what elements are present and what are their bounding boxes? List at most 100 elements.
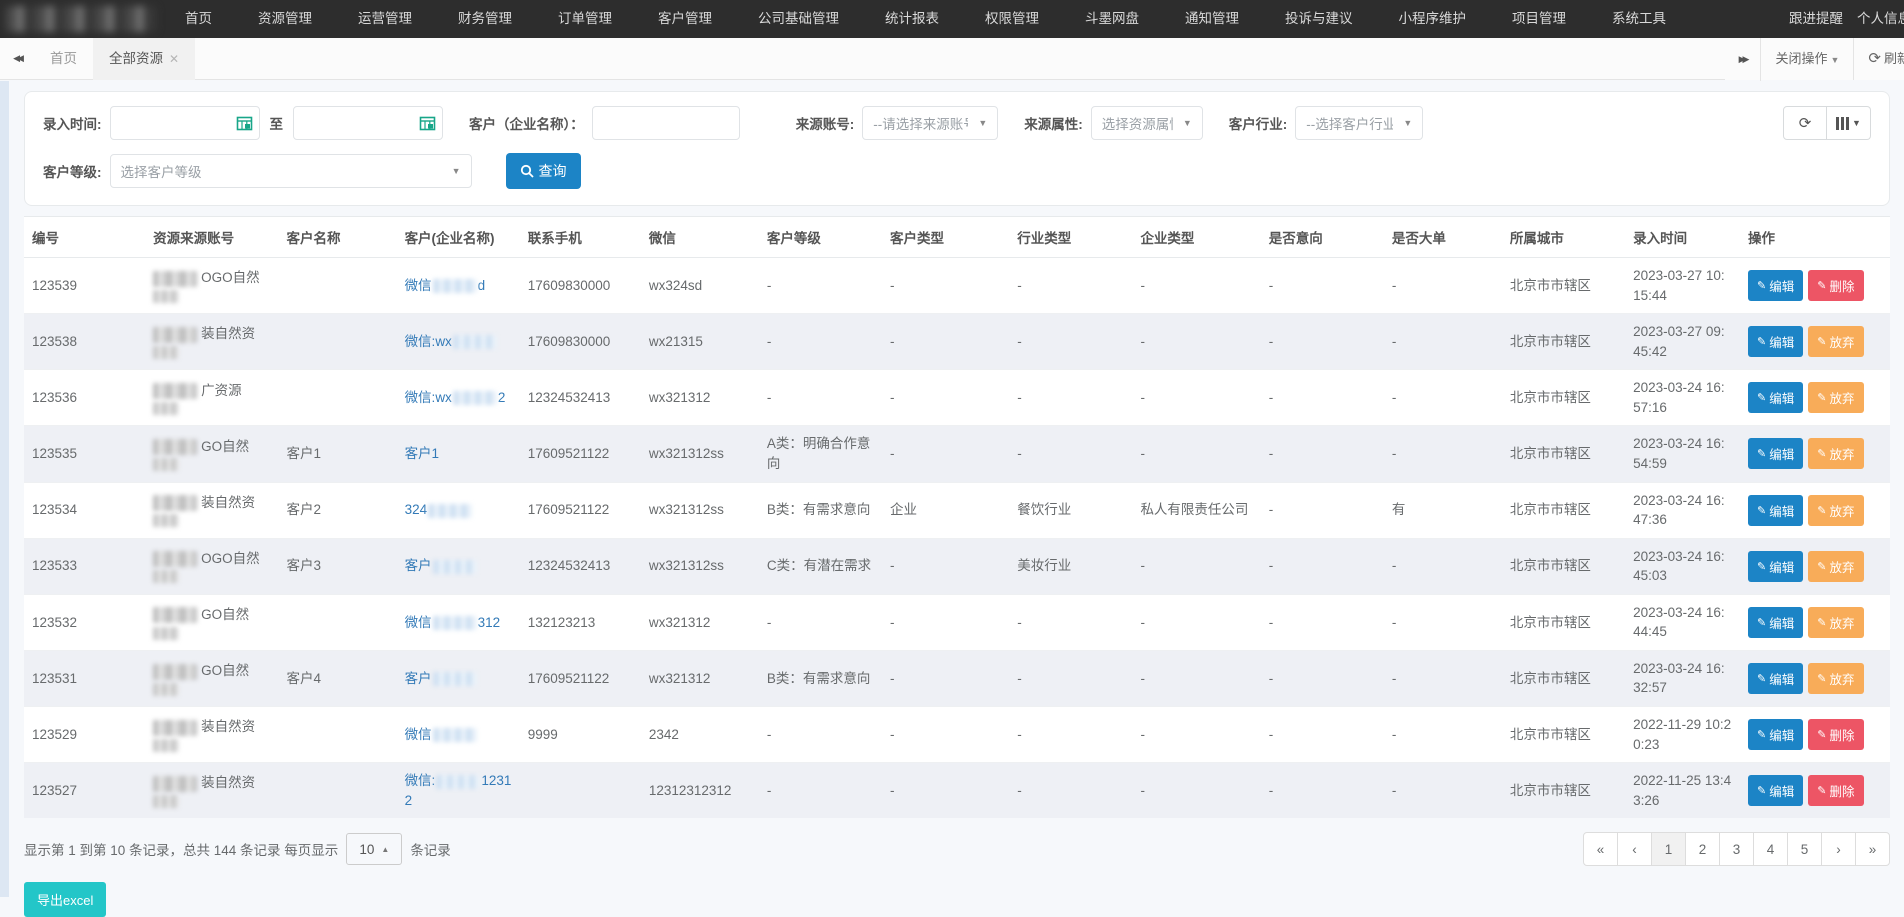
calendar-icon[interactable] (419, 115, 436, 135)
company-link[interactable]: 微信d (405, 278, 486, 293)
customer-industry-select[interactable]: --选择客户行业-- ▼ (1295, 106, 1423, 140)
column-header-录入时间[interactable]: 录入时间 (1625, 217, 1740, 258)
company-link[interactable]: 微信:12312 (405, 773, 512, 808)
nav-item-订单管理[interactable]: 订单管理 (535, 0, 635, 38)
page-button-»[interactable]: » (1855, 832, 1890, 866)
delete-button[interactable]: ✎删除 (1808, 719, 1863, 750)
page-size-select[interactable]: 10 ▲ (346, 833, 402, 865)
page-button-«[interactable]: « (1583, 832, 1618, 866)
column-header-客户名称[interactable]: 客户名称 (279, 217, 397, 258)
nav-item-运营管理[interactable]: 运营管理 (335, 0, 435, 38)
column-header-是否意向[interactable]: 是否意向 (1261, 217, 1384, 258)
company-link[interactable]: 微信:wx2 (405, 390, 506, 405)
edit-button[interactable]: ✎编辑 (1748, 326, 1803, 357)
page-button-›[interactable]: › (1821, 832, 1856, 866)
nav-item-系统工具[interactable]: 系统工具 (1589, 0, 1689, 38)
column-header-编号[interactable]: 编号 (24, 217, 145, 258)
page-button-4[interactable]: 4 (1753, 832, 1788, 866)
edit-button[interactable]: ✎编辑 (1748, 495, 1803, 526)
edit-button[interactable]: ✎编辑 (1748, 775, 1803, 806)
cell-big-order: - (1384, 594, 1502, 650)
nav-item-公司基础管理[interactable]: 公司基础管理 (735, 0, 862, 38)
abandon-button[interactable]: ✎放弃 (1808, 607, 1863, 638)
nav-item-首页[interactable]: 首页 (162, 0, 235, 38)
company-link[interactable]: 客户1 (405, 446, 440, 461)
tabs-scroll-right-icon[interactable]: ▶▶ (1725, 38, 1761, 80)
company-link[interactable]: 客户 (405, 558, 478, 573)
column-header-行业类型[interactable]: 行业类型 (1009, 217, 1132, 258)
tab-bar: ◀◀ 首页全部资源✕ ▶▶ 关闭操作▼ ⟳刷新 (0, 38, 1904, 80)
company-link[interactable]: 微信 (405, 727, 478, 742)
abandon-button[interactable]: ✎放弃 (1808, 382, 1863, 413)
nav-item-投诉与建议[interactable]: 投诉与建议 (1262, 0, 1376, 38)
page-button-3[interactable]: 3 (1719, 832, 1754, 866)
tab-首页[interactable]: 首页 (34, 38, 93, 80)
edit-button[interactable]: ✎编辑 (1748, 270, 1803, 301)
abandon-button-label: 放弃 (1829, 501, 1854, 520)
delete-button[interactable]: ✎删除 (1808, 775, 1863, 806)
abandon-button[interactable]: ✎放弃 (1808, 495, 1863, 526)
source-attr-select[interactable]: 选择资源属性 ▼ (1091, 106, 1203, 140)
edit-button[interactable]: ✎编辑 (1748, 382, 1803, 413)
abandon-button[interactable]: ✎放弃 (1808, 438, 1863, 469)
customer-level-select[interactable]: 选择客户等级 ▼ (110, 154, 472, 188)
column-header-客户类型[interactable]: 客户类型 (882, 217, 1009, 258)
close-icon[interactable]: ✕ (169, 52, 179, 66)
edit-button[interactable]: ✎编辑 (1748, 438, 1803, 469)
abandon-button[interactable]: ✎放弃 (1808, 663, 1863, 694)
company-link[interactable]: 324 (405, 502, 474, 517)
column-header-操作[interactable]: 操作 (1740, 217, 1890, 258)
edit-button[interactable]: ✎编辑 (1748, 719, 1803, 750)
edit-button[interactable]: ✎编辑 (1748, 607, 1803, 638)
cell-wechat: wx321312ss (641, 426, 759, 482)
nav-item-资源管理[interactable]: 资源管理 (235, 0, 335, 38)
page-button-5[interactable]: 5 (1787, 832, 1822, 866)
nav-item-统计报表[interactable]: 统计报表 (862, 0, 962, 38)
page-button-2[interactable]: 2 (1685, 832, 1720, 866)
page-button-1[interactable]: 1 (1651, 832, 1686, 866)
column-header-联系手机[interactable]: 联系手机 (520, 217, 641, 258)
entry-time-end-input[interactable] (293, 106, 443, 140)
redaction-blur (153, 739, 179, 752)
summary-suffix: 条记录 (410, 839, 451, 859)
abandon-button[interactable]: ✎放弃 (1808, 551, 1863, 582)
tabs-scroll-left-icon[interactable]: ◀◀ (0, 53, 34, 64)
company-link[interactable]: 微信312 (405, 615, 501, 630)
column-header-资源来源账号[interactable]: 资源来源账号 (145, 217, 278, 258)
nav-item-斗墨网盘[interactable]: 斗墨网盘 (1062, 0, 1162, 38)
abandon-button[interactable]: ✎放弃 (1808, 326, 1863, 357)
company-link[interactable]: 客户 (405, 671, 478, 686)
nav-item-跟进提醒[interactable]: 跟进提醒 (1782, 0, 1850, 38)
column-header-是否大单[interactable]: 是否大单 (1384, 217, 1502, 258)
tab-全部资源[interactable]: 全部资源✕ (93, 38, 195, 80)
nav-item-项目管理[interactable]: 项目管理 (1489, 0, 1589, 38)
entry-time-start-input[interactable] (110, 106, 260, 140)
source-account-select[interactable]: --请选择来源账号-- ▼ (862, 106, 998, 140)
column-header-所属城市[interactable]: 所属城市 (1502, 217, 1625, 258)
nav-item-权限管理[interactable]: 权限管理 (962, 0, 1062, 38)
customer-company-input[interactable] (592, 106, 740, 140)
source-attr-placeholder: 选择资源属性 (1102, 113, 1173, 133)
column-header-客户(企业名称)[interactable]: 客户(企业名称) (397, 217, 520, 258)
close-operations-dropdown[interactable]: 关闭操作▼ (1760, 38, 1853, 81)
nav-item-小程序维护[interactable]: 小程序维护 (1376, 0, 1490, 38)
cell-source-account: 装自然资 (145, 482, 278, 538)
column-header-企业类型[interactable]: 企业类型 (1132, 217, 1260, 258)
nav-item-客户管理[interactable]: 客户管理 (635, 0, 735, 38)
edit-button[interactable]: ✎编辑 (1748, 663, 1803, 694)
columns-toggle-button[interactable]: ▼ (1827, 106, 1871, 140)
export-excel-button[interactable]: 导出excel (24, 882, 106, 917)
delete-button[interactable]: ✎删除 (1808, 270, 1863, 301)
nav-item-个人信息[interactable]: 个人信息 (1850, 0, 1904, 38)
nav-item-通知管理[interactable]: 通知管理 (1162, 0, 1262, 38)
calendar-icon[interactable] (236, 115, 253, 135)
edit-button[interactable]: ✎编辑 (1748, 551, 1803, 582)
refresh-tab-button[interactable]: ⟳刷新 (1853, 38, 1904, 80)
nav-item-财务管理[interactable]: 财务管理 (435, 0, 535, 38)
column-header-微信[interactable]: 微信 (641, 217, 759, 258)
refresh-table-button[interactable]: ⟳ (1783, 106, 1827, 140)
column-header-客户等级[interactable]: 客户等级 (759, 217, 882, 258)
company-link[interactable]: 微信:wx (405, 334, 498, 349)
search-button[interactable]: 查询 (506, 153, 581, 189)
page-button-‹[interactable]: ‹ (1617, 832, 1652, 866)
